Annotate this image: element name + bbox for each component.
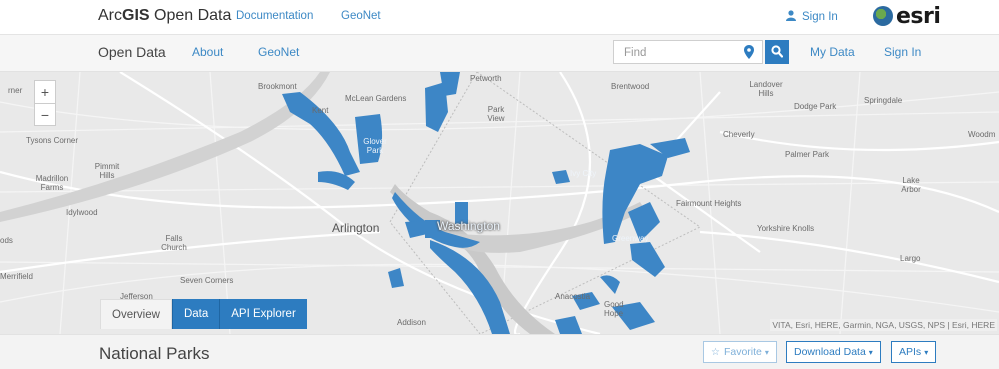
map-label: Merrifield bbox=[0, 272, 33, 281]
map-label: Pimmit Hills bbox=[94, 162, 120, 180]
apis-label: APIs bbox=[899, 346, 922, 358]
download-data-button[interactable]: Download Data ▾ bbox=[786, 341, 881, 363]
site-title[interactable]: Open Data bbox=[98, 44, 166, 60]
map-label: Madrillon Farms bbox=[35, 174, 69, 192]
map-label: Landover Hills bbox=[749, 80, 783, 98]
tab-api-explorer[interactable]: API Explorer bbox=[219, 299, 307, 329]
map-label: Lake Arbor bbox=[901, 176, 921, 194]
map-label: Glover Park bbox=[363, 137, 387, 155]
map-label: Greenway bbox=[612, 234, 649, 243]
map-label: Idylwood bbox=[66, 208, 98, 217]
dataset-title: National Parks bbox=[99, 344, 210, 363]
map-label: Kent bbox=[312, 106, 329, 115]
map-label: Palmer Park bbox=[785, 150, 830, 159]
map-attribution: VITA, Esri, HERE, Garmin, NGA, USGS, NPS… bbox=[770, 319, 997, 331]
nav-about-link[interactable]: About bbox=[192, 45, 223, 59]
map-label: Fairmount Heights bbox=[676, 199, 742, 208]
map-view[interactable]: + − Petworth Brookmont Kent McLean Garde… bbox=[0, 72, 999, 334]
esri-logo-text: esri bbox=[896, 3, 941, 29]
geonet-top-link[interactable]: GeoNet bbox=[341, 10, 381, 22]
search-input[interactable] bbox=[622, 42, 738, 64]
zoom-in-button[interactable]: + bbox=[35, 81, 55, 103]
caret-down-icon: ▾ bbox=[924, 348, 929, 357]
map-label: Yorkshire Knolls bbox=[757, 224, 815, 233]
search-box bbox=[613, 40, 763, 64]
map-label: Largo bbox=[900, 254, 921, 263]
documentation-link[interactable]: Documentation bbox=[236, 10, 313, 22]
esri-logo[interactable]: esri bbox=[873, 3, 941, 29]
zoom-out-button[interactable]: − bbox=[35, 104, 55, 126]
tab-overview[interactable]: Overview bbox=[100, 299, 172, 329]
map-label: Tysons Corner bbox=[26, 136, 79, 145]
zoom-control: + − bbox=[34, 80, 56, 126]
top-sign-in-label: Sign In bbox=[802, 11, 838, 23]
map-label: Good Hope bbox=[604, 300, 624, 318]
apis-button[interactable]: APIs ▾ bbox=[891, 341, 937, 363]
star-icon: ☆ bbox=[711, 347, 720, 358]
brand-prefix: Arc bbox=[98, 7, 122, 24]
search-icon bbox=[771, 45, 783, 58]
search-button[interactable] bbox=[765, 40, 789, 64]
map-label: Springdale bbox=[864, 96, 903, 105]
map-label: Dodge Park bbox=[794, 102, 837, 111]
map-pin-icon[interactable] bbox=[744, 45, 754, 59]
map-label: Ivy City bbox=[570, 169, 597, 178]
map-label: Brookmont bbox=[258, 82, 297, 91]
caret-down-icon: ▾ bbox=[764, 348, 769, 357]
top-bar: ArcGIS Open Data Documentation GeoNet Si… bbox=[0, 0, 999, 35]
map-label: Anacostia bbox=[555, 292, 591, 301]
map-label: Park View bbox=[487, 105, 505, 123]
map-label-washington: Washington bbox=[437, 219, 500, 233]
map-label: rner bbox=[8, 86, 23, 95]
map-label: ods bbox=[0, 236, 13, 245]
top-sign-in-link[interactable]: Sign In bbox=[786, 9, 838, 23]
map-label: McLean Gardens bbox=[345, 94, 407, 103]
map-label: Brentwood bbox=[611, 82, 650, 91]
map-label: Falls Church bbox=[161, 234, 187, 252]
favorite-button[interactable]: ☆ Favorite ▾ bbox=[703, 341, 777, 363]
tab-data[interactable]: Data bbox=[171, 299, 220, 329]
my-data-link[interactable]: My Data bbox=[810, 45, 855, 59]
map-label: Cheverly bbox=[723, 130, 755, 139]
map-label-arlington: Arlington bbox=[332, 221, 380, 235]
dataset-tabs: Overview Data API Explorer bbox=[100, 299, 307, 329]
esri-globe-icon bbox=[873, 6, 893, 26]
brand-bold: GIS bbox=[122, 7, 150, 24]
download-label: Download Data bbox=[794, 346, 866, 358]
dataset-header: National Parks ☆ Favorite ▾ Download Data ▾… bbox=[0, 334, 999, 369]
nav-sign-in-link[interactable]: Sign In bbox=[884, 45, 921, 59]
person-icon bbox=[786, 10, 796, 21]
caret-down-icon: ▾ bbox=[868, 348, 873, 357]
arcgis-open-data-brand[interactable]: ArcGIS Open Data bbox=[98, 7, 231, 25]
map-label: Woodm bbox=[968, 130, 996, 139]
map-label: Seven Corners bbox=[180, 276, 234, 285]
map-label: Addison bbox=[397, 318, 426, 327]
site-nav-bar: Open Data About GeoNet My Data Sign In bbox=[0, 35, 999, 72]
nav-geonet-link[interactable]: GeoNet bbox=[258, 45, 299, 59]
map-label: Petworth bbox=[470, 74, 502, 83]
brand-suffix: Open Data bbox=[149, 7, 232, 24]
favorite-label: Favorite bbox=[723, 346, 762, 358]
